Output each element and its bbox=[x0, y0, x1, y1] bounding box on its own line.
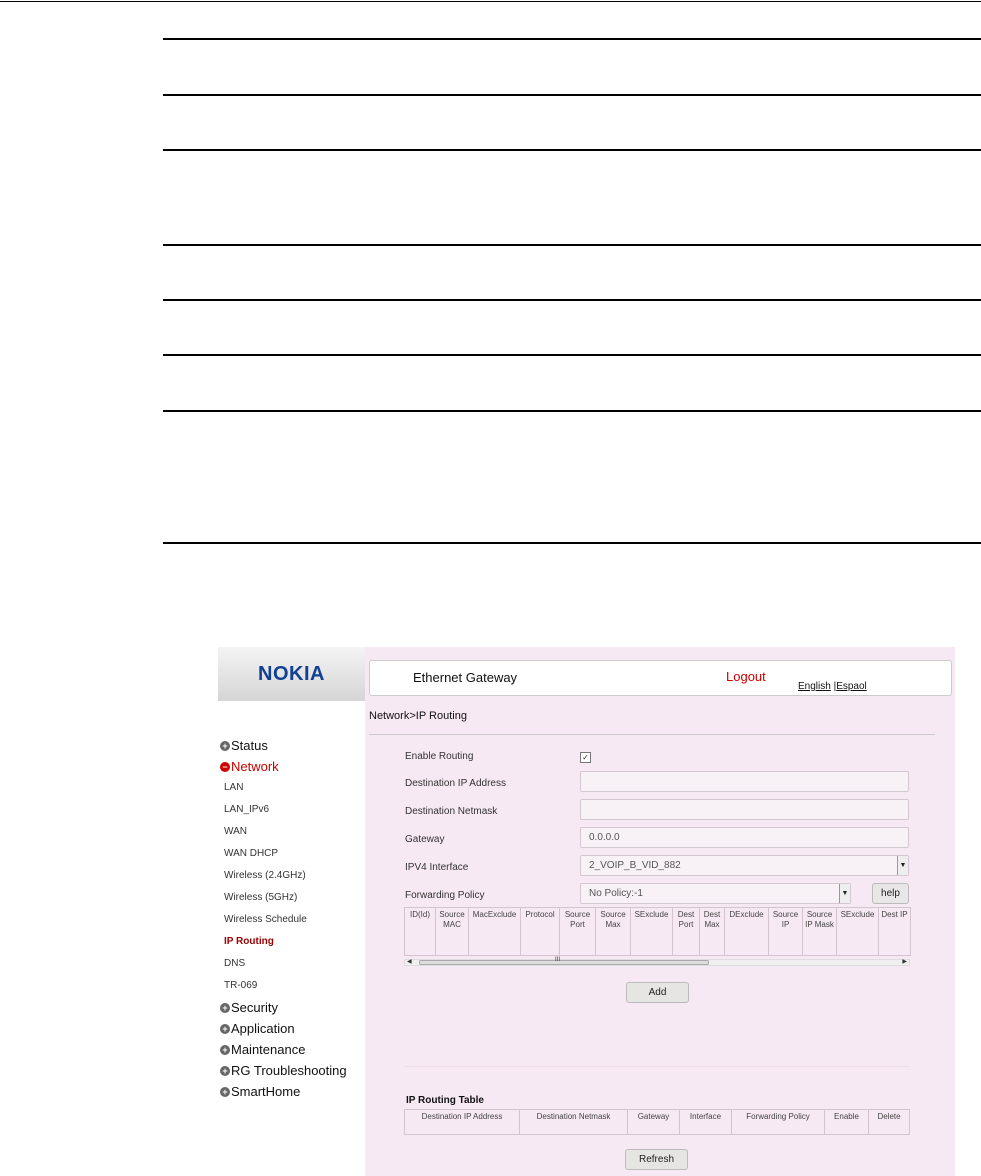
forwarding-policy-label: Forwarding Policy bbox=[405, 890, 485, 901]
gateway-label: Gateway bbox=[405, 834, 445, 845]
menu-application[interactable]: + Application bbox=[218, 1018, 365, 1039]
sidebar: NOKIA + Status − Network LAN LAN_IPv6 WAN … bbox=[218, 647, 365, 1176]
column-header: Enable bbox=[824, 1109, 869, 1135]
menu-item-lan-ipv6[interactable]: LAN_IPv6 bbox=[218, 799, 365, 821]
menu-item-wan[interactable]: WAN bbox=[218, 821, 365, 843]
menu-rg-troubleshooting[interactable]: + RG Troubleshooting bbox=[218, 1060, 365, 1081]
doc-rule bbox=[163, 542, 981, 544]
column-header: Delete bbox=[868, 1109, 910, 1135]
dest-ip-label: Destination IP Address bbox=[405, 778, 506, 789]
ipv4-interface-label: IPV4 Interface bbox=[405, 862, 469, 873]
doc-rule bbox=[163, 299, 981, 301]
router-ui-screenshot: NOKIA + Status − Network LAN LAN_IPv6 WAN … bbox=[218, 647, 955, 1176]
lang-spanish-link[interactable]: Espaol bbox=[836, 681, 867, 692]
column-header: Destination IP Address bbox=[404, 1109, 520, 1135]
check-icon: ✓ bbox=[582, 753, 589, 762]
column-header: Interface bbox=[679, 1109, 732, 1135]
menu-network[interactable]: − Network bbox=[218, 756, 365, 777]
menu-security[interactable]: + Security bbox=[218, 997, 365, 1018]
scrollbar-thumb[interactable] bbox=[419, 960, 709, 965]
scroll-grip-mark: III bbox=[555, 957, 561, 963]
dest-netmask-label: Destination Netmask bbox=[405, 806, 498, 817]
enable-routing-checkbox[interactable]: ✓ bbox=[580, 752, 591, 763]
page-top-rule bbox=[0, 1, 981, 2]
section-divider bbox=[404, 1066, 910, 1067]
add-button[interactable]: Add bbox=[626, 982, 689, 1003]
sidebar-menu: + Status − Network LAN LAN_IPv6 WAN WAN DH… bbox=[218, 735, 365, 1102]
column-header: Destination Netmask bbox=[519, 1109, 628, 1135]
menu-smarthome[interactable]: + SmartHome bbox=[218, 1081, 365, 1102]
column-header: SExclude bbox=[836, 907, 879, 956]
column-header: Forwarding Policy bbox=[731, 1109, 825, 1135]
enable-routing-label: Enable Routing bbox=[405, 751, 474, 762]
column-header: Source Max bbox=[595, 907, 631, 956]
doc-rule bbox=[163, 354, 981, 356]
horizontal-scrollbar[interactable]: ◀ III ▶ bbox=[404, 957, 910, 966]
plus-icon: + bbox=[220, 1024, 230, 1034]
dest-netmask-input[interactable] bbox=[580, 799, 909, 820]
dropdown-arrow-icon[interactable]: ▼ bbox=[897, 856, 908, 875]
top-header: Ethernet Gateway Logout English |Espaol bbox=[369, 660, 952, 696]
menu-maintenance[interactable]: + Maintenance bbox=[218, 1039, 365, 1060]
column-header: DExclude bbox=[724, 907, 769, 956]
column-header: Source MAC bbox=[435, 907, 469, 956]
column-header: ID(Id) bbox=[404, 907, 436, 956]
menu-item-ip-routing[interactable]: IP Routing bbox=[218, 931, 365, 953]
column-header: MacExclude bbox=[468, 907, 521, 956]
dest-ip-input[interactable] bbox=[580, 771, 909, 792]
doc-rule bbox=[163, 38, 981, 40]
breadcrumb-divider bbox=[369, 734, 935, 735]
column-header: Gateway bbox=[627, 1109, 680, 1135]
lang-english-link[interactable]: English bbox=[798, 681, 831, 692]
menu-item-wireless-5[interactable]: Wireless (5GHz) bbox=[218, 887, 365, 909]
column-header: Protocol bbox=[520, 907, 560, 956]
menu-item-tr069[interactable]: TR-069 bbox=[218, 975, 365, 997]
menu-item-lan[interactable]: LAN bbox=[218, 777, 365, 799]
breadcrumb: Network>IP Routing bbox=[369, 710, 467, 722]
menu-item-wan-dhcp[interactable]: WAN DHCP bbox=[218, 843, 365, 865]
plus-icon: + bbox=[220, 1003, 230, 1013]
scroll-left-icon[interactable]: ◀ bbox=[407, 958, 412, 965]
routing-table-title: IP Routing Table bbox=[406, 1095, 484, 1106]
policy-table: ID(Id) Source MAC MacExclude Protocol So… bbox=[404, 907, 911, 956]
dropdown-arrow-icon[interactable]: ▼ bbox=[839, 884, 850, 903]
plus-icon: + bbox=[220, 1087, 230, 1097]
column-header: Source IP Mask bbox=[802, 907, 837, 956]
routing-table: Destination IP Address Destination Netma… bbox=[404, 1109, 910, 1135]
doc-rule bbox=[163, 149, 981, 151]
forwarding-policy-select[interactable]: No Policy:-1 ▼ bbox=[580, 883, 851, 904]
logo-box: NOKIA bbox=[218, 647, 365, 701]
help-button[interactable]: help bbox=[872, 883, 909, 904]
scroll-right-icon[interactable]: ▶ bbox=[902, 958, 907, 965]
menu-item-dns[interactable]: DNS bbox=[218, 953, 365, 975]
nokia-logo: NOKIA bbox=[258, 663, 325, 685]
doc-rule bbox=[163, 94, 981, 96]
gateway-title: Ethernet Gateway bbox=[413, 670, 518, 685]
menu-status[interactable]: + Status bbox=[218, 735, 365, 756]
column-header: Source Port bbox=[559, 907, 596, 956]
column-header: Source IP bbox=[768, 907, 803, 956]
column-header: Dest IP bbox=[878, 907, 911, 956]
column-header: SExclude bbox=[630, 907, 673, 956]
column-header: Dest Port bbox=[672, 907, 700, 956]
menu-item-wireless-schedule[interactable]: Wireless Schedule bbox=[218, 909, 365, 931]
plus-icon: + bbox=[220, 1045, 230, 1055]
plus-icon: + bbox=[220, 1066, 230, 1076]
column-header: Dest Max bbox=[699, 907, 725, 956]
plus-icon: + bbox=[220, 741, 230, 751]
doc-rule bbox=[163, 410, 981, 412]
doc-rule bbox=[163, 244, 981, 246]
language-switch: English |Espaol bbox=[798, 681, 867, 692]
logout-link[interactable]: Logout bbox=[726, 669, 766, 684]
minus-icon: − bbox=[220, 762, 230, 772]
menu-item-wireless-24[interactable]: Wireless (2.4GHz) bbox=[218, 865, 365, 887]
refresh-button[interactable]: Refresh bbox=[625, 1149, 688, 1170]
ipv4-interface-select[interactable]: 2_VOIP_B_VID_882 ▼ bbox=[580, 855, 909, 876]
gateway-input[interactable]: 0.0.0.0 bbox=[580, 827, 909, 848]
